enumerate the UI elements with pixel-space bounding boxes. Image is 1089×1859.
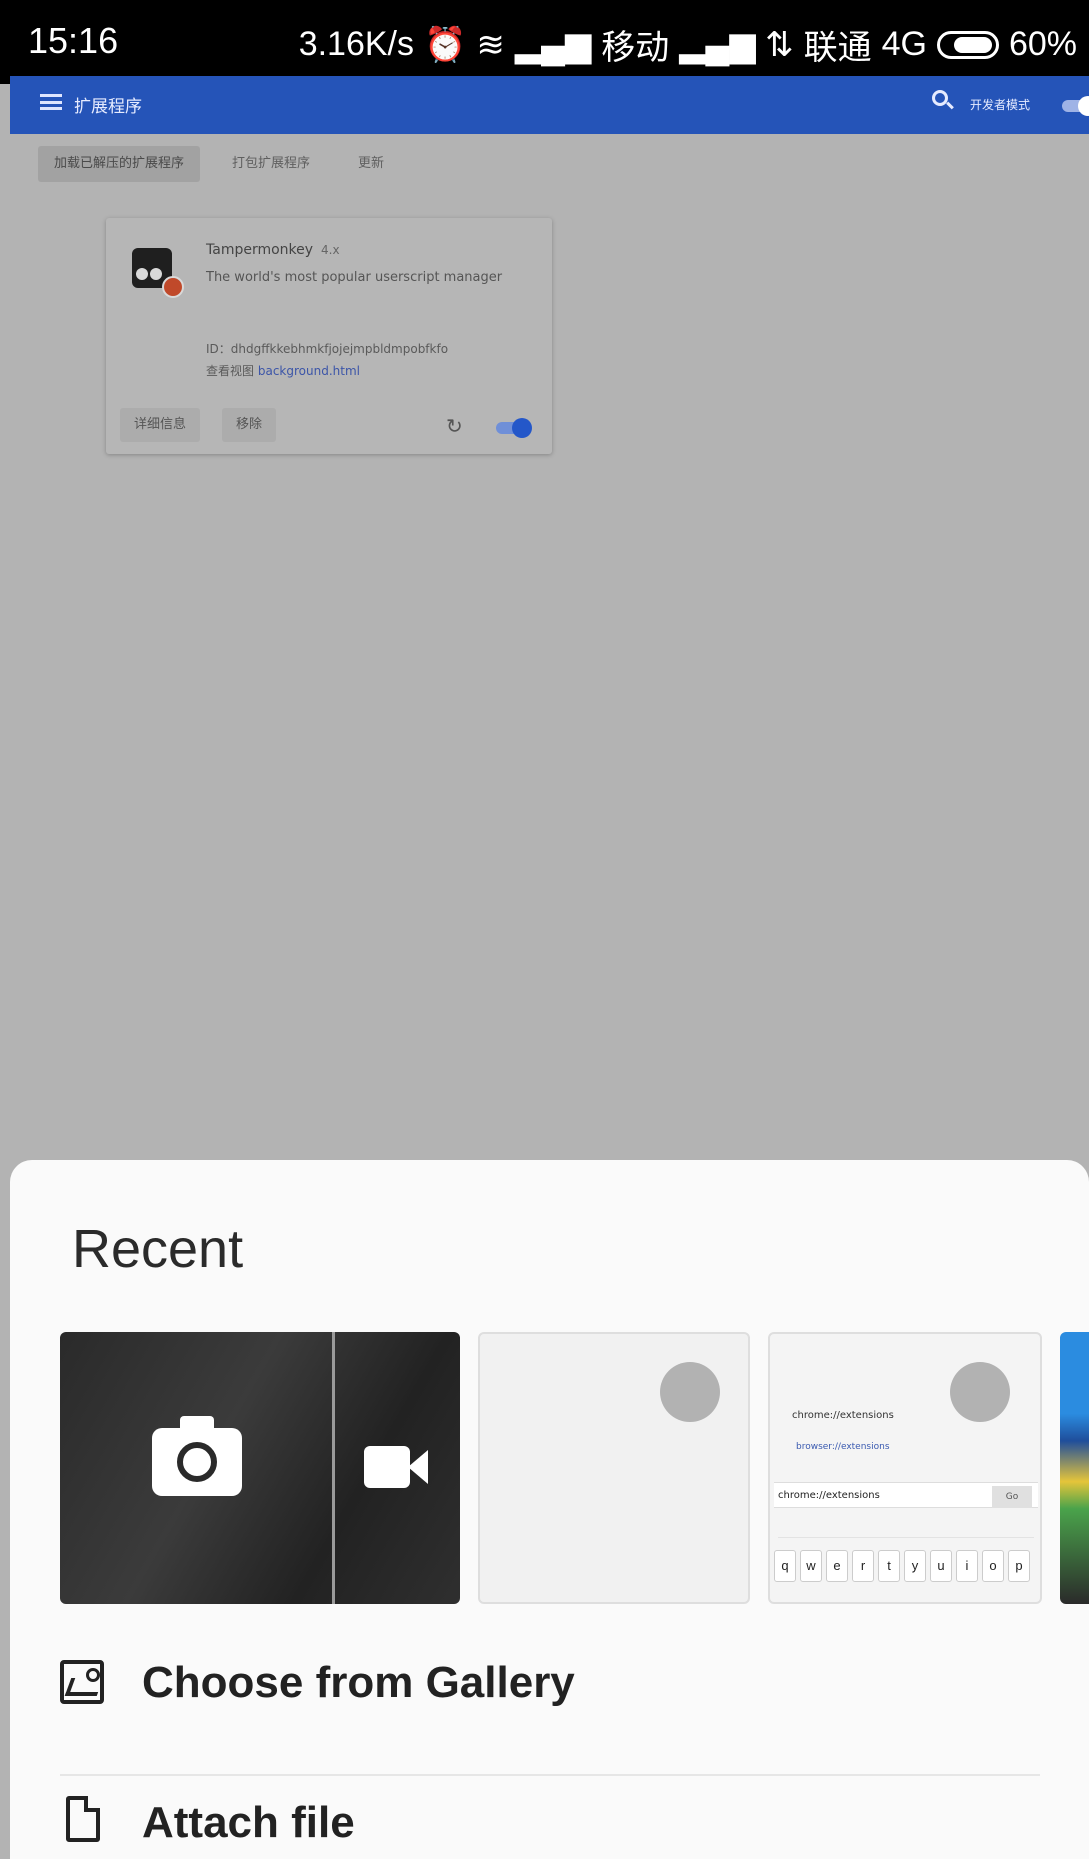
search-icon[interactable] — [932, 90, 948, 106]
extensions-header: 扩展程序 开发者模式 — [10, 76, 1089, 134]
choose-from-gallery-item[interactable]: Choose from Gallery — [10, 1634, 1089, 1734]
choose-from-gallery-label: Choose from Gallery — [142, 1658, 575, 1707]
key: r — [852, 1550, 874, 1582]
battery-level: 60% — [1008, 25, 1077, 63]
extensions-toolbar: 加载已解压的扩展程序 打包扩展程序 更新 — [38, 146, 400, 182]
menu-icon[interactable] — [40, 94, 62, 110]
recent-image-3[interactable] — [1060, 1332, 1089, 1604]
key: t — [878, 1550, 900, 1582]
key: u — [930, 1550, 952, 1582]
screenshot-suggestion: chrome://extensions — [792, 1410, 894, 1421]
view-label: 查看视图 — [206, 364, 255, 378]
carrier-1: 移动 — [601, 29, 670, 67]
recent-image-2[interactable]: chrome://extensions browser://extensions… — [768, 1332, 1042, 1604]
extension-card: Tampermonkey 4.x The world's most popular… — [106, 218, 552, 454]
extension-description: The world's most popular userscript mana… — [206, 270, 503, 285]
screenshot-go: Go — [992, 1486, 1032, 1508]
key: e — [826, 1550, 848, 1582]
status-indicators: 3.16K/s ⏰ ≋ ▂▄▆ 移动 ▂▄▆ ⇅ 联通 4G 60% — [299, 20, 1077, 69]
recent-image-1[interactable] — [478, 1332, 750, 1604]
attach-file-item[interactable]: Attach file — [10, 1780, 1089, 1859]
network-type: 4G — [881, 25, 927, 63]
dev-mode-label: 开发者模式 — [970, 98, 1031, 112]
key: i — [956, 1550, 978, 1582]
key: q — [774, 1550, 796, 1582]
attach-bottom-sheet: Recent chrome://extensions browser://ext… — [10, 1160, 1089, 1859]
carrier-2: 联通 — [803, 29, 872, 67]
badge-icon — [162, 276, 184, 298]
remove-button[interactable]: 移除 — [222, 408, 277, 442]
selection-circle[interactable] — [660, 1362, 720, 1422]
camera-thumbnail[interactable] — [60, 1332, 460, 1604]
dev-mode-toggle[interactable] — [1062, 96, 1089, 116]
reload-icon[interactable]: ↻ — [446, 414, 463, 438]
divider — [60, 1774, 1040, 1776]
network-speed: 3.16K/s — [298, 25, 415, 63]
extension-enable-toggle[interactable] — [496, 418, 532, 438]
sheet-title: Recent — [72, 1219, 244, 1279]
key: w — [800, 1550, 822, 1582]
load-unpacked-button[interactable]: 加载已解压的扩展程序 — [38, 146, 201, 182]
extension-version: 4.x — [321, 243, 340, 257]
signal-icon: ▂▄▆ — [514, 25, 592, 64]
status-time: 15:16 — [28, 20, 119, 61]
attach-file-label: Attach file — [142, 1798, 355, 1847]
gallery-icon — [60, 1660, 104, 1704]
alarm-icon: ⏰ — [424, 25, 467, 64]
camera-divider — [332, 1332, 335, 1604]
battery-icon — [936, 30, 999, 59]
extension-name-text: Tampermonkey — [206, 242, 314, 258]
background-page-link[interactable]: background.html — [258, 364, 360, 378]
details-button[interactable]: 详细信息 — [120, 408, 201, 442]
extension-id: ID：dhdgffkkebhmkfjojejmpbldmpobfkfo — [206, 342, 449, 356]
update-button[interactable]: 更新 — [342, 146, 400, 182]
key: p — [1008, 1550, 1030, 1582]
extension-name: Tampermonkey 4.x — [206, 242, 340, 258]
key: o — [982, 1550, 1004, 1582]
camera-icon[interactable] — [152, 1416, 242, 1496]
pack-extension-button[interactable]: 打包扩展程序 — [216, 146, 326, 182]
video-camera-icon[interactable] — [364, 1446, 428, 1488]
screenshot-link: browser://extensions — [796, 1442, 890, 1452]
page-title: 扩展程序 — [74, 97, 142, 117]
status-bar: 15:16 3.16K/s ⏰ ≋ ▂▄▆ 移动 ▂▄▆ ⇅ 联通 4G 60% — [0, 0, 1089, 84]
signal-icon-2: ▂▄▆ ⇅ — [679, 25, 794, 64]
wifi-icon: ≋ — [476, 25, 505, 64]
recent-thumbnails: chrome://extensions browser://extensions… — [60, 1332, 1089, 1604]
key: y — [904, 1550, 926, 1582]
file-icon — [66, 1796, 100, 1842]
screenshot-toolbar — [778, 1520, 1034, 1538]
extension-view: 查看视图 background.html — [206, 362, 360, 379]
selection-circle[interactable] — [950, 1362, 1010, 1422]
screenshot-keyboard: q w e r t y u i o p — [774, 1550, 1030, 1582]
